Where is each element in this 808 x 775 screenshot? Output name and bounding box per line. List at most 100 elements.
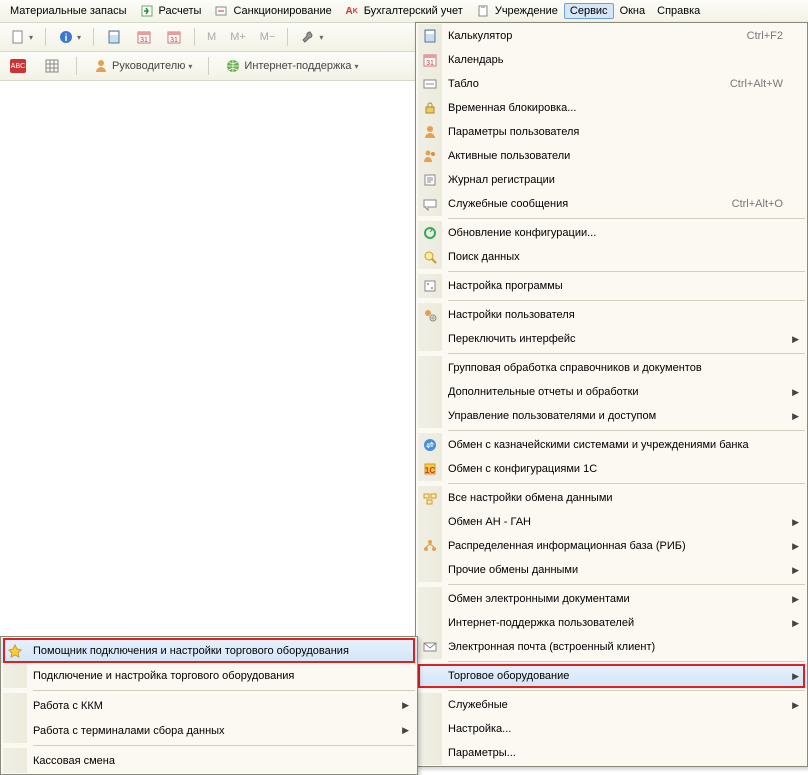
cal31b-button[interactable]: 31 [162, 27, 186, 47]
blank-icon [3, 693, 27, 718]
service-item-label-3: Временная блокировка... [448, 102, 789, 114]
menu-sanction[interactable]: Санкционирование [207, 1, 337, 21]
service-item-7[interactable]: Служебные сообщенияCtrl+Alt+O [416, 192, 807, 216]
blank-icon [418, 356, 442, 380]
lock-icon [418, 96, 442, 120]
service-item-27[interactable]: Прочие обмены данными▶ [416, 558, 807, 582]
service-item-2[interactable]: ТаблоCtrl+Alt+W [416, 72, 807, 96]
usercfg-icon [418, 303, 442, 327]
svg-text:31: 31 [426, 60, 434, 67]
service-item-22[interactable]: 1CОбмен с конфигурациями 1С [416, 457, 807, 481]
calc-button[interactable] [102, 27, 126, 47]
menu-calculations-label: Расчеты [159, 5, 202, 17]
service-item-24[interactable]: Все настройки обмена данными [416, 486, 807, 510]
service-item-25[interactable]: Обмен АН - ГАН▶ [416, 510, 807, 534]
menu-service[interactable]: Сервис [564, 3, 614, 19]
service-item-36[interactable]: Настройка... [416, 717, 807, 741]
submenu-arrow-icon: ▶ [789, 334, 799, 345]
trade-item-3[interactable]: Работа с ККМ▶ [1, 693, 417, 718]
trade-item-6[interactable]: Кассовая смена [1, 748, 417, 773]
service-item-12[interactable]: Настройка программы [416, 274, 807, 298]
service-item-label-30: Интернет-поддержка пользователей [448, 617, 789, 629]
cal31-button[interactable]: 31 [132, 27, 156, 47]
service-item-10[interactable]: Поиск данных [416, 245, 807, 269]
menu-org-label: Учреждение [495, 5, 558, 17]
submenu-arrow-icon: ▶ [789, 671, 799, 682]
trade-item-1[interactable]: Подключение и настройка торгового оборуд… [1, 663, 417, 688]
service-item-label-7: Служебные сообщения [448, 198, 712, 210]
service-item-29[interactable]: Обмен электронными документами▶ [416, 587, 807, 611]
m-button[interactable]: M [203, 29, 220, 45]
abc-button[interactable]: ABC [6, 57, 30, 75]
service-item-37[interactable]: Параметры... [416, 741, 807, 765]
service-item-15[interactable]: Переключить интерфейс▶ [416, 327, 807, 351]
ruk-label: Руководителю [112, 60, 185, 72]
service-item-18[interactable]: Дополнительные отчеты и обработки▶ [416, 380, 807, 404]
menubar: Материальные запасы Расчеты Санкциониров… [0, 0, 808, 23]
service-item-label-19: Управление пользователями и доступом [448, 410, 789, 422]
service-item-31[interactable]: Электронная почта (встроенный клиент) [416, 635, 807, 659]
service-item-label-17: Групповая обработка справочников и докум… [448, 362, 789, 374]
new-doc-icon [10, 29, 26, 45]
service-item-21[interactable]: Обмен с казначейскими системами и учрежд… [416, 433, 807, 457]
service-item-0[interactable]: КалькуляторCtrl+F2 [416, 24, 807, 48]
service-item-label-26: Распределенная информационная база (РИБ) [448, 540, 789, 552]
submenu-arrow-icon: ▶ [789, 700, 799, 711]
service-item-17[interactable]: Групповая обработка справочников и докум… [416, 356, 807, 380]
calendar-icon: 31 [418, 48, 442, 72]
svg-text:31: 31 [140, 37, 148, 44]
submenu-arrow-icon: ▶ [789, 517, 799, 528]
m-plus-button[interactable]: M+ [226, 29, 250, 45]
svg-text:i: i [65, 33, 68, 44]
blank-icon [418, 741, 442, 765]
new-doc-button[interactable]: ▾ [6, 27, 37, 47]
trade-item-0[interactable]: Помощник подключения и настройки торгово… [1, 638, 417, 663]
wizard-icon [3, 638, 27, 663]
inet-button[interactable]: Интернет-поддержка ▾ [221, 56, 362, 76]
users-icon [418, 144, 442, 168]
menu-help[interactable]: Справка [651, 3, 706, 19]
service-item-label-15: Переключить интерфейс [448, 333, 789, 345]
ruk-button[interactable]: Руководителю ▾ [89, 56, 196, 76]
shortcut: Ctrl+F2 [727, 30, 783, 42]
submenu-arrow-icon: ▶ [399, 700, 409, 711]
menu-materials[interactable]: Материальные запасы [4, 3, 133, 19]
accounting-icon: AK [344, 3, 360, 19]
wrench-button[interactable]: ▾ [296, 27, 327, 47]
service-item-label-14: Настройки пользователя [448, 309, 789, 321]
abc-icon: ABC [10, 59, 26, 73]
blank-icon [418, 327, 442, 351]
menu-accounting[interactable]: AK Бухгалтерский учет [338, 1, 469, 21]
service-item-label-35: Служебные [448, 699, 789, 711]
user-icon [418, 120, 442, 144]
service-item-30[interactable]: Интернет-поддержка пользователей▶ [416, 611, 807, 635]
service-item-35[interactable]: Служебные▶ [416, 693, 807, 717]
info-button[interactable]: i ▾ [54, 27, 85, 47]
service-item-9[interactable]: Обновление конфигурации... [416, 221, 807, 245]
grid-button[interactable] [40, 56, 64, 76]
m-minus-button[interactable]: M− [256, 29, 280, 45]
service-item-6[interactable]: Журнал регистрации [416, 168, 807, 192]
service-item-label-22: Обмен с конфигурациями 1С [448, 463, 789, 475]
service-item-5[interactable]: Активные пользователи [416, 144, 807, 168]
service-item-33[interactable]: Торговое оборудование▶ [416, 664, 807, 688]
menu-calculations[interactable]: Расчеты [133, 1, 208, 21]
service-item-14[interactable]: Настройки пользователя [416, 303, 807, 327]
service-item-label-4: Параметры пользователя [448, 126, 789, 138]
globe-icon [225, 58, 241, 74]
service-item-26[interactable]: Распределенная информационная база (РИБ)… [416, 534, 807, 558]
service-item-1[interactable]: 31Календарь [416, 48, 807, 72]
clipboard-icon [475, 3, 491, 19]
service-item-3[interactable]: Временная блокировка... [416, 96, 807, 120]
service-item-label-33: Торговое оборудование [448, 670, 789, 682]
submenu-arrow-icon: ▶ [789, 565, 799, 576]
service-item-label-37: Параметры... [448, 747, 789, 759]
service-item-4[interactable]: Параметры пользователя [416, 120, 807, 144]
blank-icon [418, 717, 442, 741]
service-item-label-36: Настройка... [448, 723, 789, 735]
info-icon: i [58, 29, 74, 45]
menu-org[interactable]: Учреждение [469, 1, 564, 21]
menu-windows[interactable]: Окна [614, 3, 652, 19]
service-item-19[interactable]: Управление пользователями и доступом▶ [416, 404, 807, 428]
trade-item-4[interactable]: Работа с терминалами сбора данных▶ [1, 718, 417, 743]
